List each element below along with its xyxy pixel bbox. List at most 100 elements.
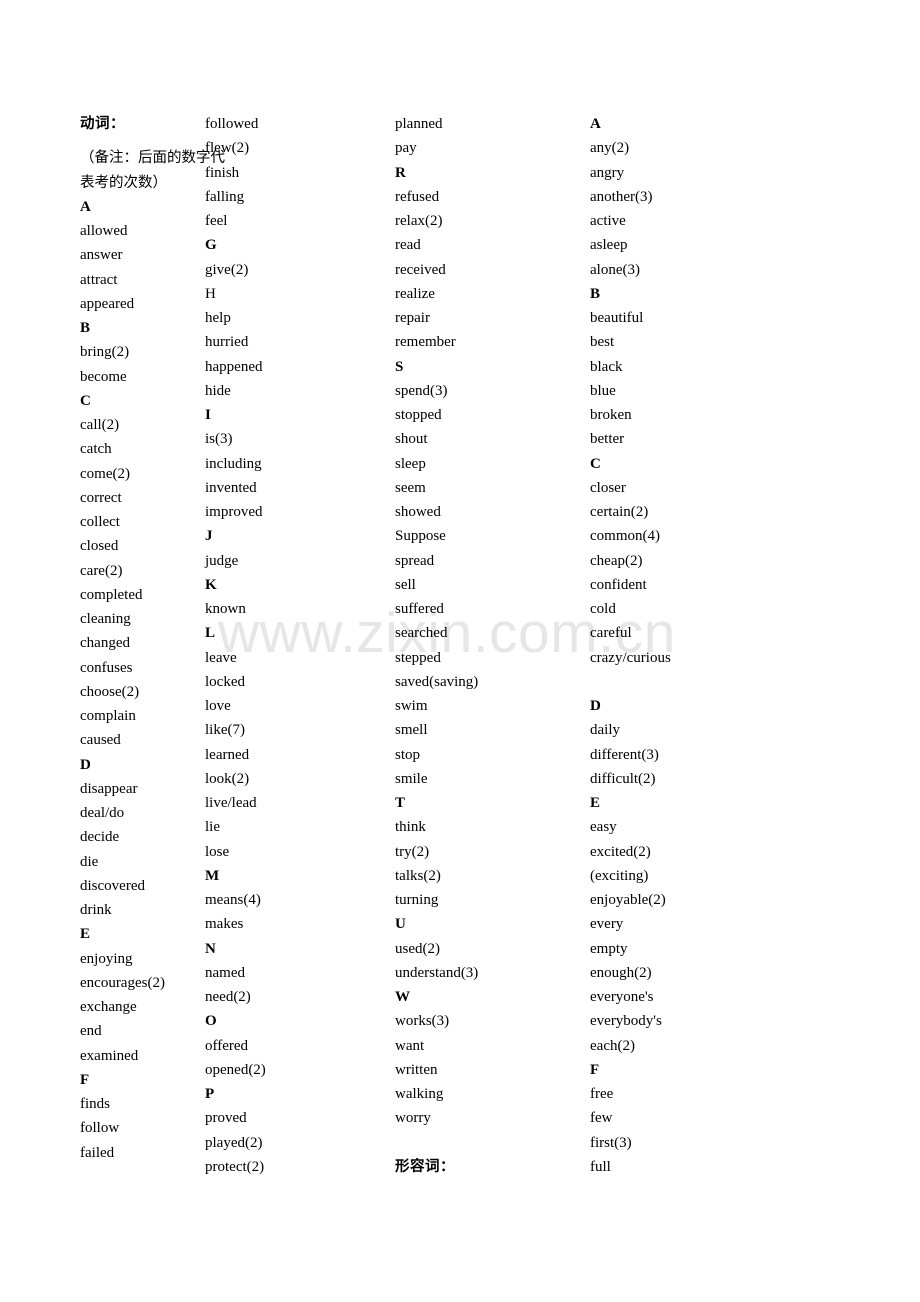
word-entry: black bbox=[590, 358, 623, 375]
word-entry: works(3) bbox=[395, 1013, 450, 1030]
letter-group-heading: F bbox=[590, 1061, 600, 1078]
word-entry: falling bbox=[205, 188, 245, 205]
letter-group-heading: B bbox=[80, 320, 91, 336]
word-entry: sleep bbox=[395, 455, 426, 472]
word-entry: talks(2) bbox=[395, 867, 441, 884]
word-entry: need(2) bbox=[205, 989, 251, 1005]
word-entry: allowed bbox=[80, 223, 128, 239]
word-entry: exchange bbox=[80, 999, 137, 1015]
word-entry: feel bbox=[205, 213, 228, 229]
word-entry: used(2) bbox=[395, 940, 440, 957]
word-entry: few bbox=[590, 1110, 613, 1127]
word-entry: disappear bbox=[80, 780, 138, 797]
word-entry: deal/do bbox=[80, 805, 125, 821]
word-entry: everybody's bbox=[590, 1013, 662, 1030]
word-entry: spend(3) bbox=[395, 382, 448, 399]
word-entry: love bbox=[205, 698, 231, 714]
word-entry: caused bbox=[80, 732, 121, 749]
word-entry: blue bbox=[590, 382, 616, 399]
letter-group-heading: I bbox=[205, 407, 211, 423]
word-entry: remember bbox=[395, 334, 456, 351]
letter-group-heading: C bbox=[80, 392, 91, 409]
word-entry: opened(2) bbox=[205, 1061, 266, 1078]
word-entry: think bbox=[395, 819, 426, 836]
word-entry: is(3) bbox=[205, 431, 233, 448]
word-entry: active bbox=[590, 213, 626, 229]
word-entry: failed bbox=[80, 1144, 115, 1161]
word-entry: give(2) bbox=[205, 261, 249, 278]
word-entry: difficult(2) bbox=[590, 770, 656, 787]
adjectives-heading: 形容词： bbox=[395, 1158, 455, 1175]
word-entry: easy bbox=[590, 819, 617, 836]
word-entry: examined bbox=[80, 1047, 139, 1064]
letter-group-heading: K bbox=[205, 576, 217, 593]
word-entry: closer bbox=[590, 479, 626, 496]
word-entry: locked bbox=[205, 673, 245, 690]
column-2-entries: followed flew(2) finish falling feel Ggive(2)… bbox=[205, 112, 393, 1179]
word-entry: first(3) bbox=[590, 1134, 632, 1151]
word-entry: look(2) bbox=[205, 770, 250, 787]
letter-group-heading: E bbox=[80, 926, 91, 943]
word-entry: confident bbox=[590, 576, 647, 593]
verbs-note-line-2: 表考的次数） bbox=[80, 174, 167, 191]
word-entry: swim bbox=[395, 698, 428, 714]
letter-group-heading: S bbox=[395, 358, 404, 375]
word-entry: received bbox=[395, 261, 446, 278]
word-entry: relax(2) bbox=[395, 213, 443, 229]
word-entry: followed bbox=[205, 116, 259, 132]
word-entry: hide bbox=[205, 382, 231, 399]
word-entry: excited(2) bbox=[590, 843, 651, 860]
letter-group-heading: C bbox=[590, 455, 601, 472]
word-entry: closed bbox=[80, 538, 119, 555]
word-entry: stop bbox=[395, 746, 421, 763]
word-entry: changed bbox=[80, 635, 130, 652]
word-entry: smell bbox=[395, 722, 428, 739]
column-3-entries: planned pay Rrefused relax(2) read received re… bbox=[395, 112, 588, 1131]
word-entry: try(2) bbox=[395, 843, 430, 860]
word-entry: live/lead bbox=[205, 795, 257, 811]
column-4-entries: Aany(2) angry another(3) active asleep alone(… bbox=[590, 112, 820, 1179]
word-entry: full bbox=[590, 1158, 611, 1175]
word-entry: certain(2) bbox=[590, 504, 649, 520]
word-entry: bring(2) bbox=[80, 344, 130, 361]
word-entry: realize bbox=[395, 285, 435, 302]
word-entry: hurried bbox=[205, 334, 249, 351]
word-entry: written bbox=[395, 1061, 438, 1078]
word-entry: answer bbox=[80, 247, 123, 264]
word-entry: decide bbox=[80, 829, 120, 846]
word-entry: completed bbox=[80, 586, 143, 603]
column-2: followed flew(2) finish falling feel Ggive(2)… bbox=[198, 112, 393, 1179]
word-entry: judge bbox=[205, 552, 239, 569]
word-entry: showed bbox=[395, 504, 441, 520]
word-entry: seem bbox=[395, 479, 426, 496]
word-entry: another(3) bbox=[590, 188, 653, 205]
word-entry: better bbox=[590, 431, 625, 448]
word-entry: stopped bbox=[395, 407, 442, 423]
word-entry: leave bbox=[205, 649, 237, 666]
letter-group-heading: P bbox=[205, 1086, 215, 1102]
word-entry: come(2) bbox=[80, 465, 130, 482]
column-1-entries: Aallowed answer attract appeared Bbring(2) be… bbox=[80, 195, 198, 1165]
word-entry: die bbox=[80, 853, 99, 870]
letter-group-heading: U bbox=[395, 916, 406, 933]
word-entry: like(7) bbox=[205, 722, 245, 739]
word-entry: follow bbox=[80, 1120, 120, 1137]
word-entry: drink bbox=[80, 902, 112, 918]
word-entry: walking bbox=[395, 1086, 444, 1102]
word-entry: broken bbox=[590, 407, 632, 423]
vocabulary-columns: 动词： （备注：后面的数字代 表考的次数） Aallowed answer attr… bbox=[0, 112, 920, 1179]
word-entry: choose(2) bbox=[80, 683, 140, 700]
word-entry: protect(2) bbox=[205, 1158, 265, 1175]
letter-group-heading: D bbox=[590, 698, 601, 714]
word-entry: stepped bbox=[395, 649, 441, 666]
word-entry: pay bbox=[395, 140, 417, 157]
word-entry: different(3) bbox=[590, 746, 659, 763]
word-entry: saved(saving) bbox=[395, 673, 479, 690]
column-3: planned pay Rrefused relax(2) read received re… bbox=[393, 112, 588, 1179]
letter-group-heading: E bbox=[590, 795, 601, 811]
word-entry: attract bbox=[80, 271, 118, 288]
letter-group-heading: J bbox=[205, 528, 213, 545]
letter-group-heading: M bbox=[205, 867, 220, 884]
word-entry: enjoying bbox=[80, 950, 133, 967]
